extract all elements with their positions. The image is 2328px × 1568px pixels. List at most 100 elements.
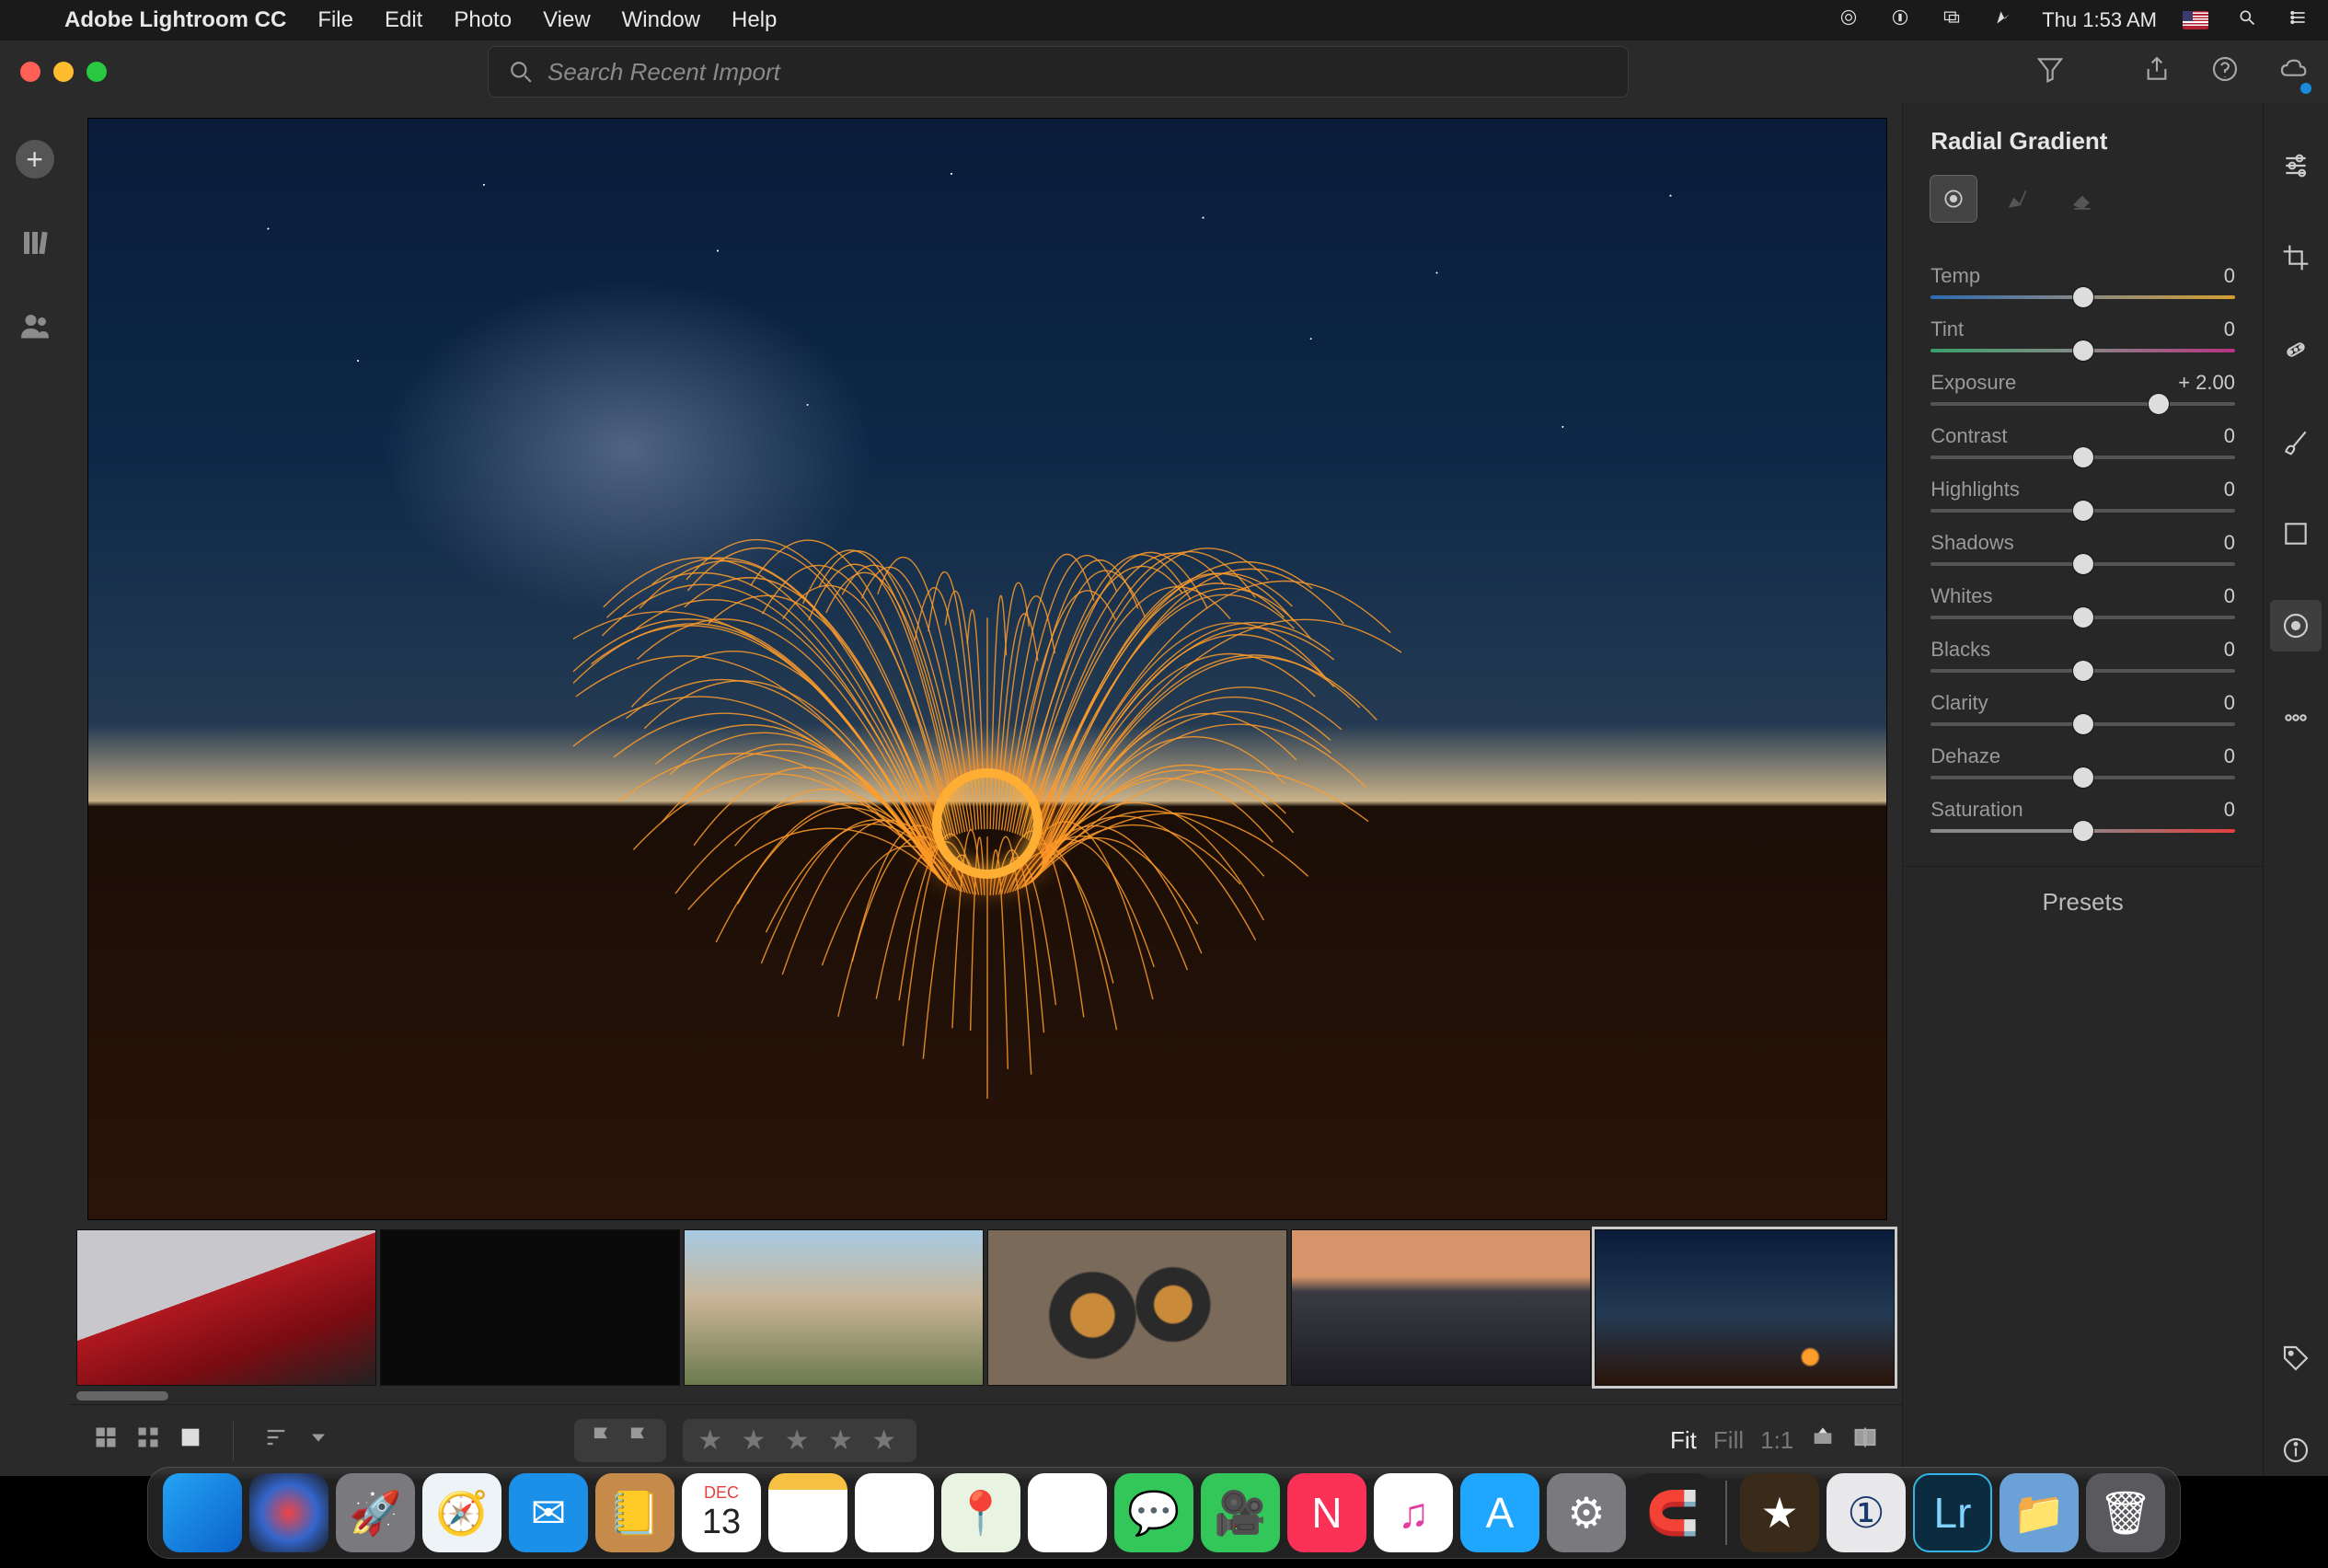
rating-pill[interactable]: ★ ★ ★ ★ ★	[683, 1419, 916, 1462]
zoom-fill[interactable]: Fill	[1713, 1426, 1744, 1455]
spotlight-icon[interactable]	[2234, 8, 2260, 32]
slider-track[interactable]	[1930, 295, 2235, 299]
radial-mask-tool[interactable]	[1930, 176, 1976, 222]
thumb-coast[interactable]	[1291, 1229, 1591, 1386]
menu-view[interactable]: View	[543, 7, 591, 33]
slider-temp[interactable]: Temp0	[1930, 264, 2235, 299]
slider-dehaze[interactable]: Dehaze0	[1930, 744, 2235, 779]
thumb-mountain[interactable]	[684, 1229, 984, 1386]
slider-whites[interactable]: Whites0	[1930, 584, 2235, 619]
adjust-tool-icon[interactable]	[2270, 140, 2322, 191]
sort-dropdown-icon[interactable]	[305, 1424, 331, 1457]
filter-icon[interactable]	[2035, 54, 2065, 90]
slider-knob[interactable]	[2073, 821, 2093, 841]
linear-gradient-tool-icon[interactable]	[2270, 508, 2322, 559]
slider-clarity[interactable]: Clarity0	[1930, 691, 2235, 726]
slider-knob[interactable]	[2073, 767, 2093, 788]
slider-track[interactable]	[1930, 349, 2235, 352]
slider-track[interactable]	[1930, 669, 2235, 673]
control-center-icon[interactable]	[2286, 8, 2311, 32]
slider-highlights[interactable]: Highlights0	[1930, 478, 2235, 513]
slider-knob[interactable]	[2073, 287, 2093, 307]
dock-lightroom-icon[interactable]: Lr	[1913, 1473, 1992, 1552]
slider-knob[interactable]	[2149, 394, 2169, 414]
compare-icon[interactable]	[1852, 1424, 1878, 1457]
zoom-1to1[interactable]: 1:1	[1760, 1426, 1793, 1455]
slider-shadows[interactable]: Shadows0	[1930, 531, 2235, 566]
star-rating[interactable]: ★ ★ ★ ★ ★	[697, 1424, 902, 1457]
dock-siri-icon[interactable]	[249, 1473, 328, 1552]
dock-finder-icon[interactable]	[163, 1473, 242, 1552]
dock-imovie-icon[interactable]: ★	[1740, 1473, 1819, 1552]
zoom-fit[interactable]: Fit	[1670, 1426, 1697, 1455]
dock-1password-icon[interactable]: ①	[1827, 1473, 1906, 1552]
people-icon[interactable]	[17, 307, 53, 344]
clock[interactable]: Thu 1:53 AM	[2042, 8, 2157, 32]
add-photos-button[interactable]: +	[16, 140, 54, 179]
slider-track[interactable]	[1930, 402, 2235, 406]
slider-knob[interactable]	[2073, 661, 2093, 681]
radial-gradient-tool-icon[interactable]	[2270, 600, 2322, 651]
dock-trash-icon[interactable]: 🗑	[2086, 1473, 2165, 1552]
menu-help[interactable]: Help	[732, 7, 777, 33]
crop-tool-icon[interactable]	[2270, 232, 2322, 283]
input-source-flag-icon[interactable]	[2183, 11, 2208, 29]
cloud-sync-icon[interactable]	[2278, 54, 2308, 90]
grid-large-icon[interactable]	[135, 1424, 161, 1457]
menu-photo[interactable]: Photo	[454, 7, 512, 33]
zoom-picker-icon[interactable]	[1810, 1424, 1836, 1457]
cc-status-icon[interactable]	[1836, 8, 1861, 32]
dock-itunes-icon[interactable]: ♫	[1374, 1473, 1453, 1552]
dock-notes-icon[interactable]	[768, 1473, 847, 1552]
dock-messages-icon[interactable]: 💬	[1114, 1473, 1193, 1552]
dock-maps-icon[interactable]: 📍	[941, 1473, 1020, 1552]
dock-downloads-icon[interactable]: 📁	[2000, 1473, 2079, 1552]
flag-reject-icon[interactable]	[626, 1424, 651, 1457]
sort-icon[interactable]	[263, 1424, 289, 1457]
dock-mail-icon[interactable]: ✉︎	[509, 1473, 588, 1552]
brush-tool-icon[interactable]	[2270, 416, 2322, 467]
slider-tint[interactable]: Tint0	[1930, 317, 2235, 352]
slider-track[interactable]	[1930, 829, 2235, 833]
thumb-apple[interactable]	[380, 1229, 680, 1386]
dock-preferences-icon[interactable]: ⚙︎	[1547, 1473, 1626, 1552]
heal-tool-icon[interactable]	[2270, 324, 2322, 375]
single-view-icon[interactable]	[178, 1424, 203, 1457]
minimize-window-button[interactable]	[53, 62, 74, 82]
thumb-car[interactable]	[76, 1229, 376, 1386]
slider-contrast[interactable]: Contrast0	[1930, 424, 2235, 459]
dock-news-icon[interactable]: N	[1287, 1473, 1366, 1552]
grid-small-icon[interactable]	[93, 1424, 119, 1457]
fullscreen-window-button[interactable]	[86, 62, 107, 82]
slider-track[interactable]	[1930, 776, 2235, 779]
presets-button[interactable]: Presets	[1903, 866, 2263, 938]
dock-photos-icon[interactable]: ✿	[1028, 1473, 1107, 1552]
dock-contacts-icon[interactable]: 📒	[595, 1473, 674, 1552]
info-tool-icon[interactable]	[2270, 1424, 2322, 1476]
more-tools-icon[interactable]	[2270, 692, 2322, 744]
slider-saturation[interactable]: Saturation0	[1930, 798, 2235, 833]
app-name[interactable]: Adobe Lightroom CC	[64, 7, 286, 33]
share-icon[interactable]	[2142, 54, 2172, 90]
close-window-button[interactable]	[20, 62, 40, 82]
main-canvas[interactable]	[69, 103, 1902, 1226]
slider-knob[interactable]	[2073, 447, 2093, 467]
slider-knob[interactable]	[2073, 607, 2093, 628]
slider-track[interactable]	[1930, 562, 2235, 566]
slider-blacks[interactable]: Blacks0	[1930, 638, 2235, 673]
slider-knob[interactable]	[2073, 554, 2093, 574]
eraser-mask-tool[interactable]	[2059, 176, 2105, 222]
dock-safari-icon[interactable]: 🧭	[422, 1473, 501, 1552]
menu-window[interactable]: Window	[622, 7, 700, 33]
dock-launchpad-icon[interactable]: 🚀	[336, 1473, 415, 1552]
dock-calendar-icon[interactable]: DEC13	[682, 1473, 761, 1552]
library-icon[interactable]	[17, 225, 53, 261]
slider-track[interactable]	[1930, 509, 2235, 513]
brush-mask-tool[interactable]	[1995, 176, 2041, 222]
menu-edit[interactable]: Edit	[385, 7, 422, 33]
search-input[interactable]: Search Recent Import	[488, 46, 1629, 98]
help-icon[interactable]	[2210, 54, 2240, 90]
slider-track[interactable]	[1930, 722, 2235, 726]
flag-pick-icon[interactable]	[589, 1424, 615, 1457]
thumb-coffee[interactable]	[987, 1229, 1287, 1386]
